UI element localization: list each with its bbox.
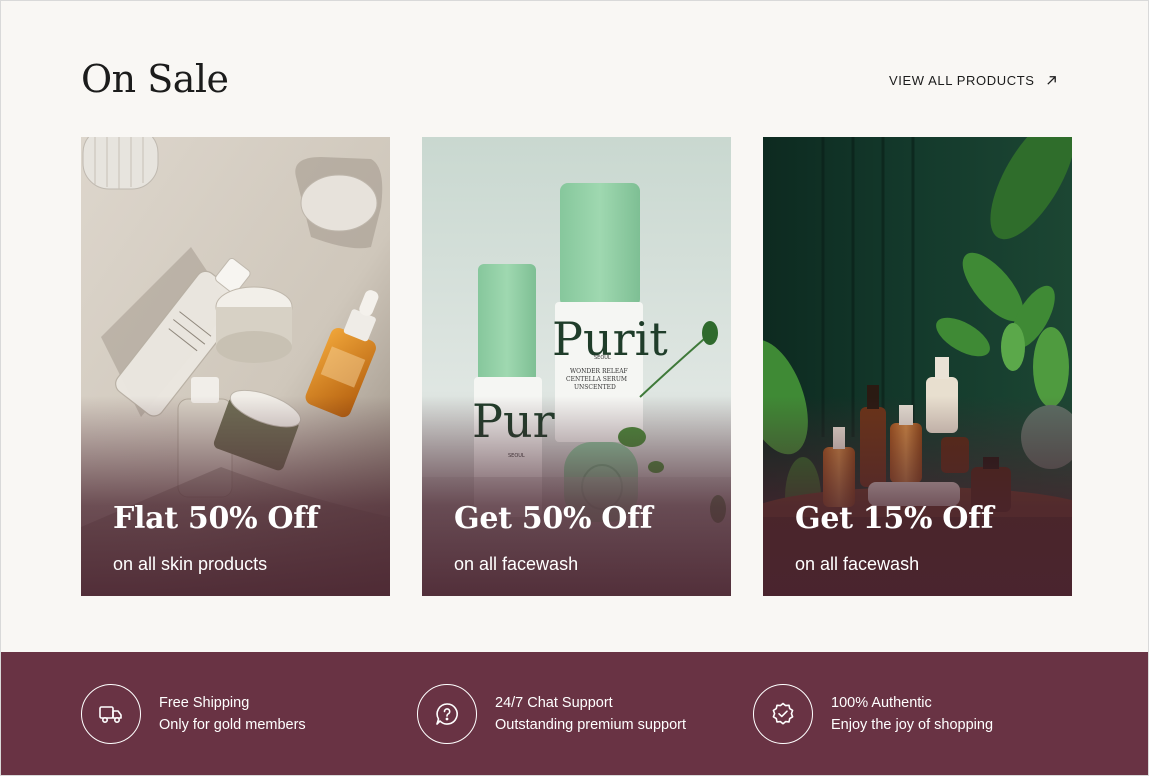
chat-question-icon bbox=[436, 703, 458, 725]
feature-chat-support: 24/7 Chat Support Outstanding premium su… bbox=[417, 684, 686, 744]
card-headline: Get 15% Off bbox=[795, 501, 994, 536]
feature-authentic: 100% Authentic Enjoy the joy of shopping bbox=[753, 684, 993, 744]
svg-text:CENTELLA SERUM: CENTELLA SERUM bbox=[566, 376, 627, 383]
svg-text:SEOUL: SEOUL bbox=[594, 355, 611, 361]
section-title: On Sale bbox=[81, 57, 229, 101]
card-subtitle: on all facewash bbox=[795, 554, 920, 574]
feature-title: Free Shipping bbox=[159, 695, 250, 711]
promo-card-skin-products[interactable]: Flat 50% Off on all skin products bbox=[81, 137, 390, 596]
features-bar: Free Shipping Only for gold members 24/7… bbox=[1, 652, 1148, 775]
svg-text:UNSCENTED: UNSCENTED bbox=[574, 384, 616, 391]
card-subtitle: on all facewash bbox=[454, 554, 579, 574]
promo-card-facewash-15[interactable]: Get 15% Off on all facewash bbox=[763, 137, 1072, 596]
feature-icon-circle bbox=[81, 684, 141, 744]
truck-icon bbox=[99, 706, 122, 723]
feature-icon-circle bbox=[417, 684, 477, 744]
promo-card-facewash-50[interactable]: Purit SEOUL Purit SEOUL WONDER RELEAF CE… bbox=[422, 137, 731, 596]
feature-title: 24/7 Chat Support bbox=[495, 695, 613, 711]
view-all-products-link[interactable]: VIEW ALL PRODUCTS bbox=[889, 73, 1058, 88]
card-subtitle: on all skin products bbox=[113, 554, 268, 574]
feature-subtitle: Outstanding premium support bbox=[495, 717, 687, 733]
feature-subtitle: Only for gold members bbox=[159, 717, 306, 733]
feature-icon-circle bbox=[753, 684, 813, 744]
card-headline: Flat 50% Off bbox=[113, 501, 319, 536]
arrow-up-right-icon bbox=[1046, 76, 1056, 85]
feature-free-shipping: Free Shipping Only for gold members bbox=[81, 684, 306, 744]
svg-text:WONDER RELEAF: WONDER RELEAF bbox=[570, 368, 628, 375]
page-frame: On Sale VIEW ALL PRODUCTS Flat 50% Off o… bbox=[0, 0, 1149, 776]
badge-check-icon bbox=[772, 702, 794, 725]
feature-subtitle: Enjoy the joy of shopping bbox=[831, 717, 994, 733]
feature-title: 100% Authentic bbox=[831, 695, 932, 711]
view-all-label: VIEW ALL PRODUCTS bbox=[889, 73, 1035, 88]
card-headline: Get 50% Off bbox=[454, 501, 653, 536]
